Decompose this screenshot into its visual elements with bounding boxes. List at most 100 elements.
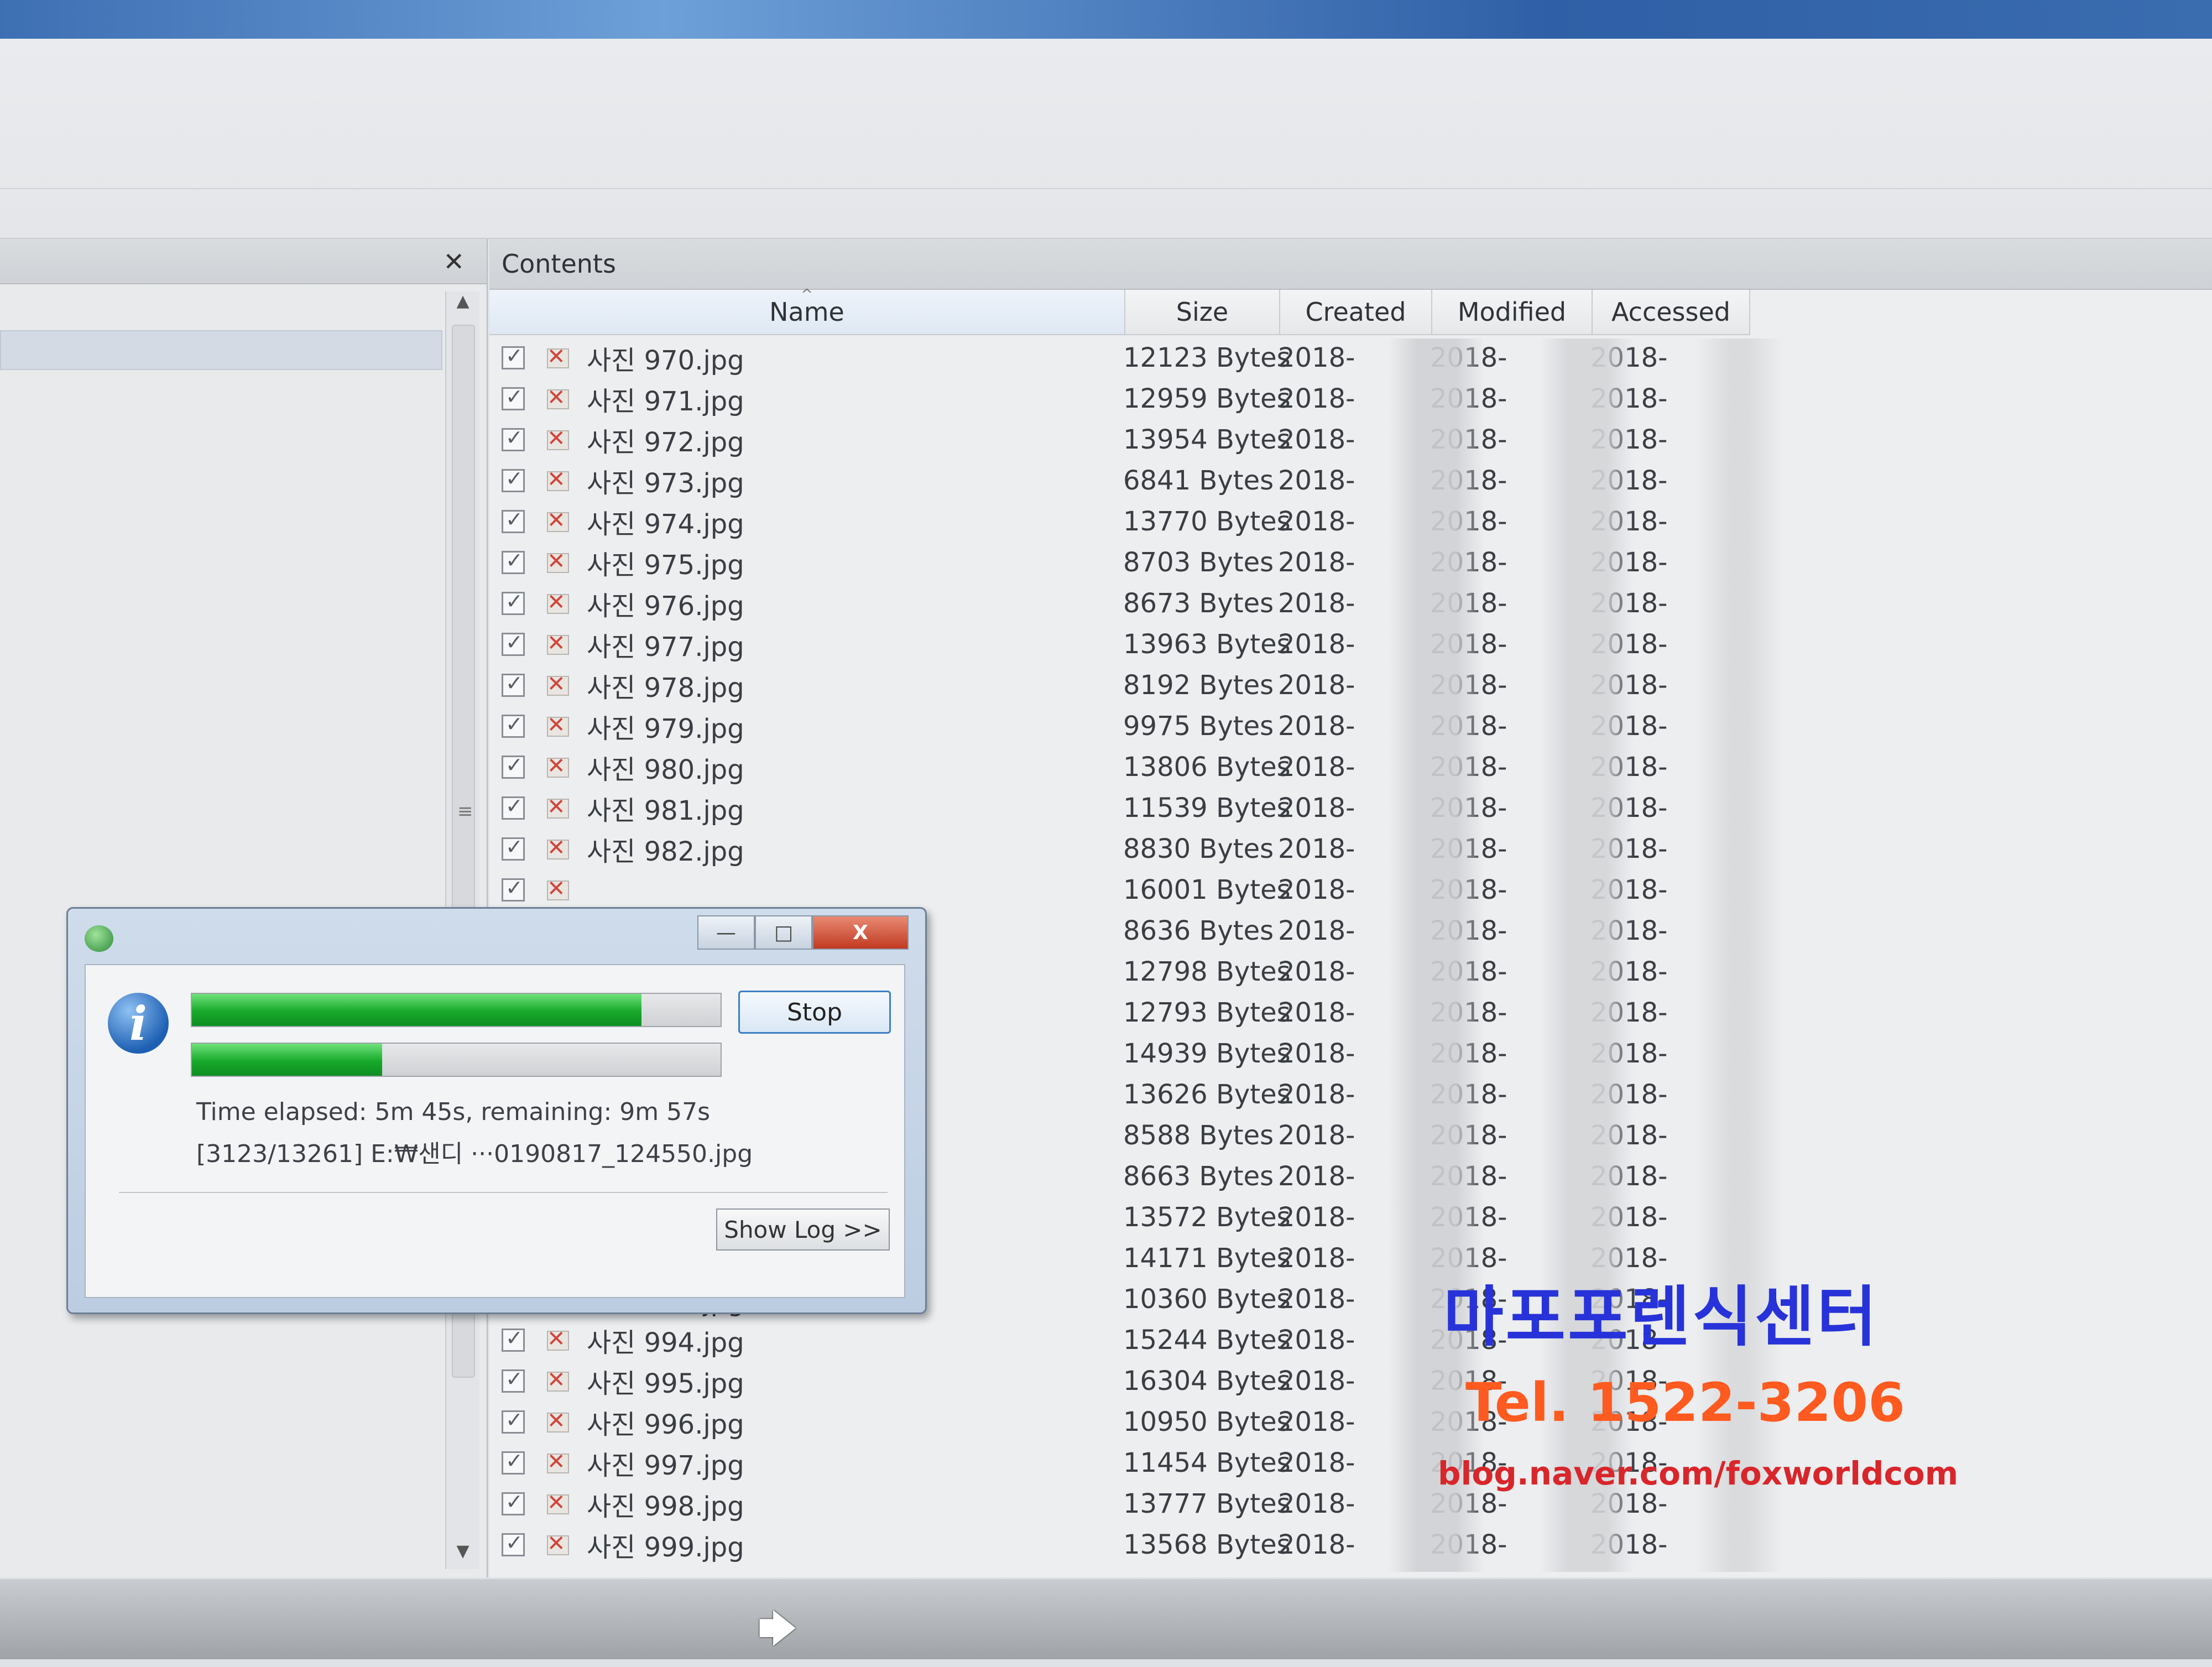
row-checkbox[interactable]: [502, 671, 525, 697]
toolbar-area: [0, 39, 2212, 239]
file-size: 6841 Bytes: [1123, 465, 1274, 496]
scroll-down-icon[interactable]: ▼: [446, 1541, 479, 1569]
watermark-center-name: 마포포렌식센터: [1443, 1279, 1879, 1355]
file-name: 사진 975.jpg: [587, 550, 744, 581]
scroll-up-icon[interactable]: ▲: [446, 291, 479, 319]
table-row[interactable]: 사진 977.jpg13963 Bytes2018-2018-2018-: [489, 624, 2212, 665]
deleted-image-file-icon: [544, 1367, 571, 1394]
file-name: 사진 980.jpg: [587, 754, 744, 785]
row-checkbox[interactable]: [502, 466, 525, 492]
table-row[interactable]: 16001 Bytes2018-2018-2018-: [489, 869, 2212, 910]
row-checkbox[interactable]: [502, 1326, 525, 1352]
table-row[interactable]: 사진 981.jpg11539 Bytes2018-2018-2018-: [489, 788, 2212, 829]
file-size: 15244 Bytes: [1123, 1325, 1291, 1356]
column-header-name[interactable]: ^ Name: [489, 286, 1125, 334]
row-checkbox[interactable]: [502, 1530, 525, 1556]
file-size: 11539 Bytes: [1123, 793, 1291, 824]
close-button[interactable]: X: [812, 915, 909, 950]
deleted-image-file-icon: [544, 876, 571, 903]
file-size: 10950 Bytes: [1123, 1406, 1291, 1437]
stop-button[interactable]: Stop: [738, 991, 891, 1034]
deleted-image-file-icon: [544, 467, 571, 493]
file-size: 8830 Bytes: [1123, 834, 1274, 864]
left-panel-selected-item[interactable]: [0, 330, 442, 370]
deleted-image-file-icon: [544, 671, 571, 698]
deleted-image-file-icon: [544, 344, 571, 371]
row-checkbox[interactable]: [502, 1408, 525, 1434]
dialog-divider: [119, 1192, 888, 1193]
table-row[interactable]: 사진 970.jpg12123 Bytes2018-2018-2018-: [489, 337, 2212, 378]
table-row[interactable]: 사진 978.jpg8192 Bytes2018-2018-2018-: [489, 665, 2212, 706]
overall-progress-bar: [191, 993, 722, 1027]
column-header-size[interactable]: Size: [1125, 290, 1280, 334]
table-row[interactable]: 사진 973.jpg6841 Bytes2018-2018-2018-: [489, 460, 2212, 501]
deleted-image-file-icon: [544, 835, 571, 862]
deleted-image-file-icon: [544, 794, 571, 821]
row-checkbox[interactable]: [502, 630, 525, 656]
file-size: 8192 Bytes: [1123, 670, 1274, 701]
row-checkbox[interactable]: [502, 1367, 525, 1393]
row-checkbox[interactable]: [502, 425, 525, 451]
file-progress-fill: [192, 1044, 383, 1076]
file-list-column-headers: ^ Name Size Created Modified Accessed: [489, 286, 1750, 335]
row-checkbox[interactable]: [502, 1449, 525, 1475]
file-size: 9975 Bytes: [1123, 711, 1274, 742]
row-checkbox[interactable]: [502, 753, 525, 779]
table-row[interactable]: 사진 982.jpg8830 Bytes2018-2018-2018-: [489, 829, 2212, 869]
left-panel-header: ✕: [0, 239, 487, 284]
row-checkbox[interactable]: [502, 794, 525, 820]
left-panel-close-icon[interactable]: ✕: [443, 247, 465, 277]
file-name: 사진 979.jpg: [587, 713, 744, 744]
column-header-accessed[interactable]: Accessed: [1593, 290, 1750, 334]
column-header-modified[interactable]: Modified: [1432, 290, 1593, 334]
table-row[interactable]: 사진 980.jpg13806 Bytes2018-2018-2018-: [489, 747, 2212, 788]
table-row[interactable]: 사진 976.jpg8673 Bytes2018-2018-2018-: [489, 583, 2212, 624]
row-checkbox[interactable]: [502, 384, 525, 410]
table-row[interactable]: 사진 979.jpg9975 Bytes2018-2018-2018-: [489, 706, 2212, 747]
contents-title: Contents: [502, 249, 616, 279]
maximize-button[interactable]: □: [755, 915, 812, 950]
file-name: 사진 998.jpg: [587, 1491, 744, 1522]
file-size: 13568 Bytes: [1123, 1529, 1291, 1560]
table-row[interactable]: 사진 999.jpg13568 Bytes2018-2018-2018-: [489, 1524, 2212, 1565]
deleted-image-file-icon: [544, 1531, 571, 1557]
table-row[interactable]: 사진 996.jpg10950 Bytes2018-2018-2018-: [489, 1402, 2212, 1442]
file-name: 사진 978.jpg: [587, 673, 744, 704]
row-checkbox[interactable]: [502, 1489, 525, 1515]
current-file-text: [3123/13261] E:₩샌디 ···0190817_124550.jpg: [196, 1140, 753, 1168]
show-log-button[interactable]: Show Log >>: [716, 1208, 890, 1251]
file-size: 8703 Bytes: [1123, 547, 1274, 578]
deleted-image-file-icon: [544, 426, 571, 452]
file-name: 사진 982.jpg: [587, 836, 744, 867]
toolbar-divider: [0, 188, 2212, 189]
table-row[interactable]: 사진 971.jpg12959 Bytes2018-2018-2018-: [489, 378, 2212, 419]
sort-ascending-icon: ^: [801, 286, 813, 303]
deleted-image-file-icon: [544, 385, 571, 411]
window-controls: — □ X: [697, 915, 909, 950]
file-name: 사진 974.jpg: [587, 509, 744, 540]
deleted-image-file-icon: [544, 1449, 571, 1476]
row-checkbox[interactable]: [502, 712, 525, 738]
contents-header: Contents: [489, 239, 2212, 290]
minimize-button[interactable]: —: [697, 915, 755, 950]
file-size: 13770 Bytes: [1123, 506, 1291, 537]
table-row[interactable]: 사진 972.jpg13954 Bytes2018-2018-2018-: [489, 419, 2212, 460]
progress-dialog: — □ X i Stop Time elapsed: 5m 45s, remai…: [66, 907, 927, 1314]
file-progress-bar: [191, 1043, 722, 1077]
row-checkbox[interactable]: [502, 343, 525, 369]
file-size: 16001 Bytes: [1123, 874, 1291, 905]
file-name: 사진 999.jpg: [587, 1532, 744, 1563]
dialog-title-bar[interactable]: — □ X: [68, 909, 925, 961]
table-row[interactable]: 사진 974.jpg13770 Bytes2018-2018-2018-: [489, 501, 2212, 542]
row-checkbox[interactable]: [502, 589, 525, 615]
table-row[interactable]: 사진 995.jpg16304 Bytes2018-2018-2018-: [489, 1361, 2212, 1402]
row-checkbox[interactable]: [502, 548, 525, 574]
table-row[interactable]: 사진 975.jpg8703 Bytes2018-2018-2018-: [489, 542, 2212, 583]
file-size: 13963 Bytes: [1123, 629, 1291, 660]
column-header-created[interactable]: Created: [1280, 290, 1432, 334]
row-checkbox[interactable]: [502, 835, 525, 861]
table-row[interactable]: 사진 994.jpg15244 Bytes2018-2018-2018-: [489, 1320, 2212, 1361]
deleted-image-file-icon: [544, 712, 571, 739]
row-checkbox[interactable]: [502, 507, 525, 533]
row-checkbox[interactable]: [502, 876, 525, 902]
